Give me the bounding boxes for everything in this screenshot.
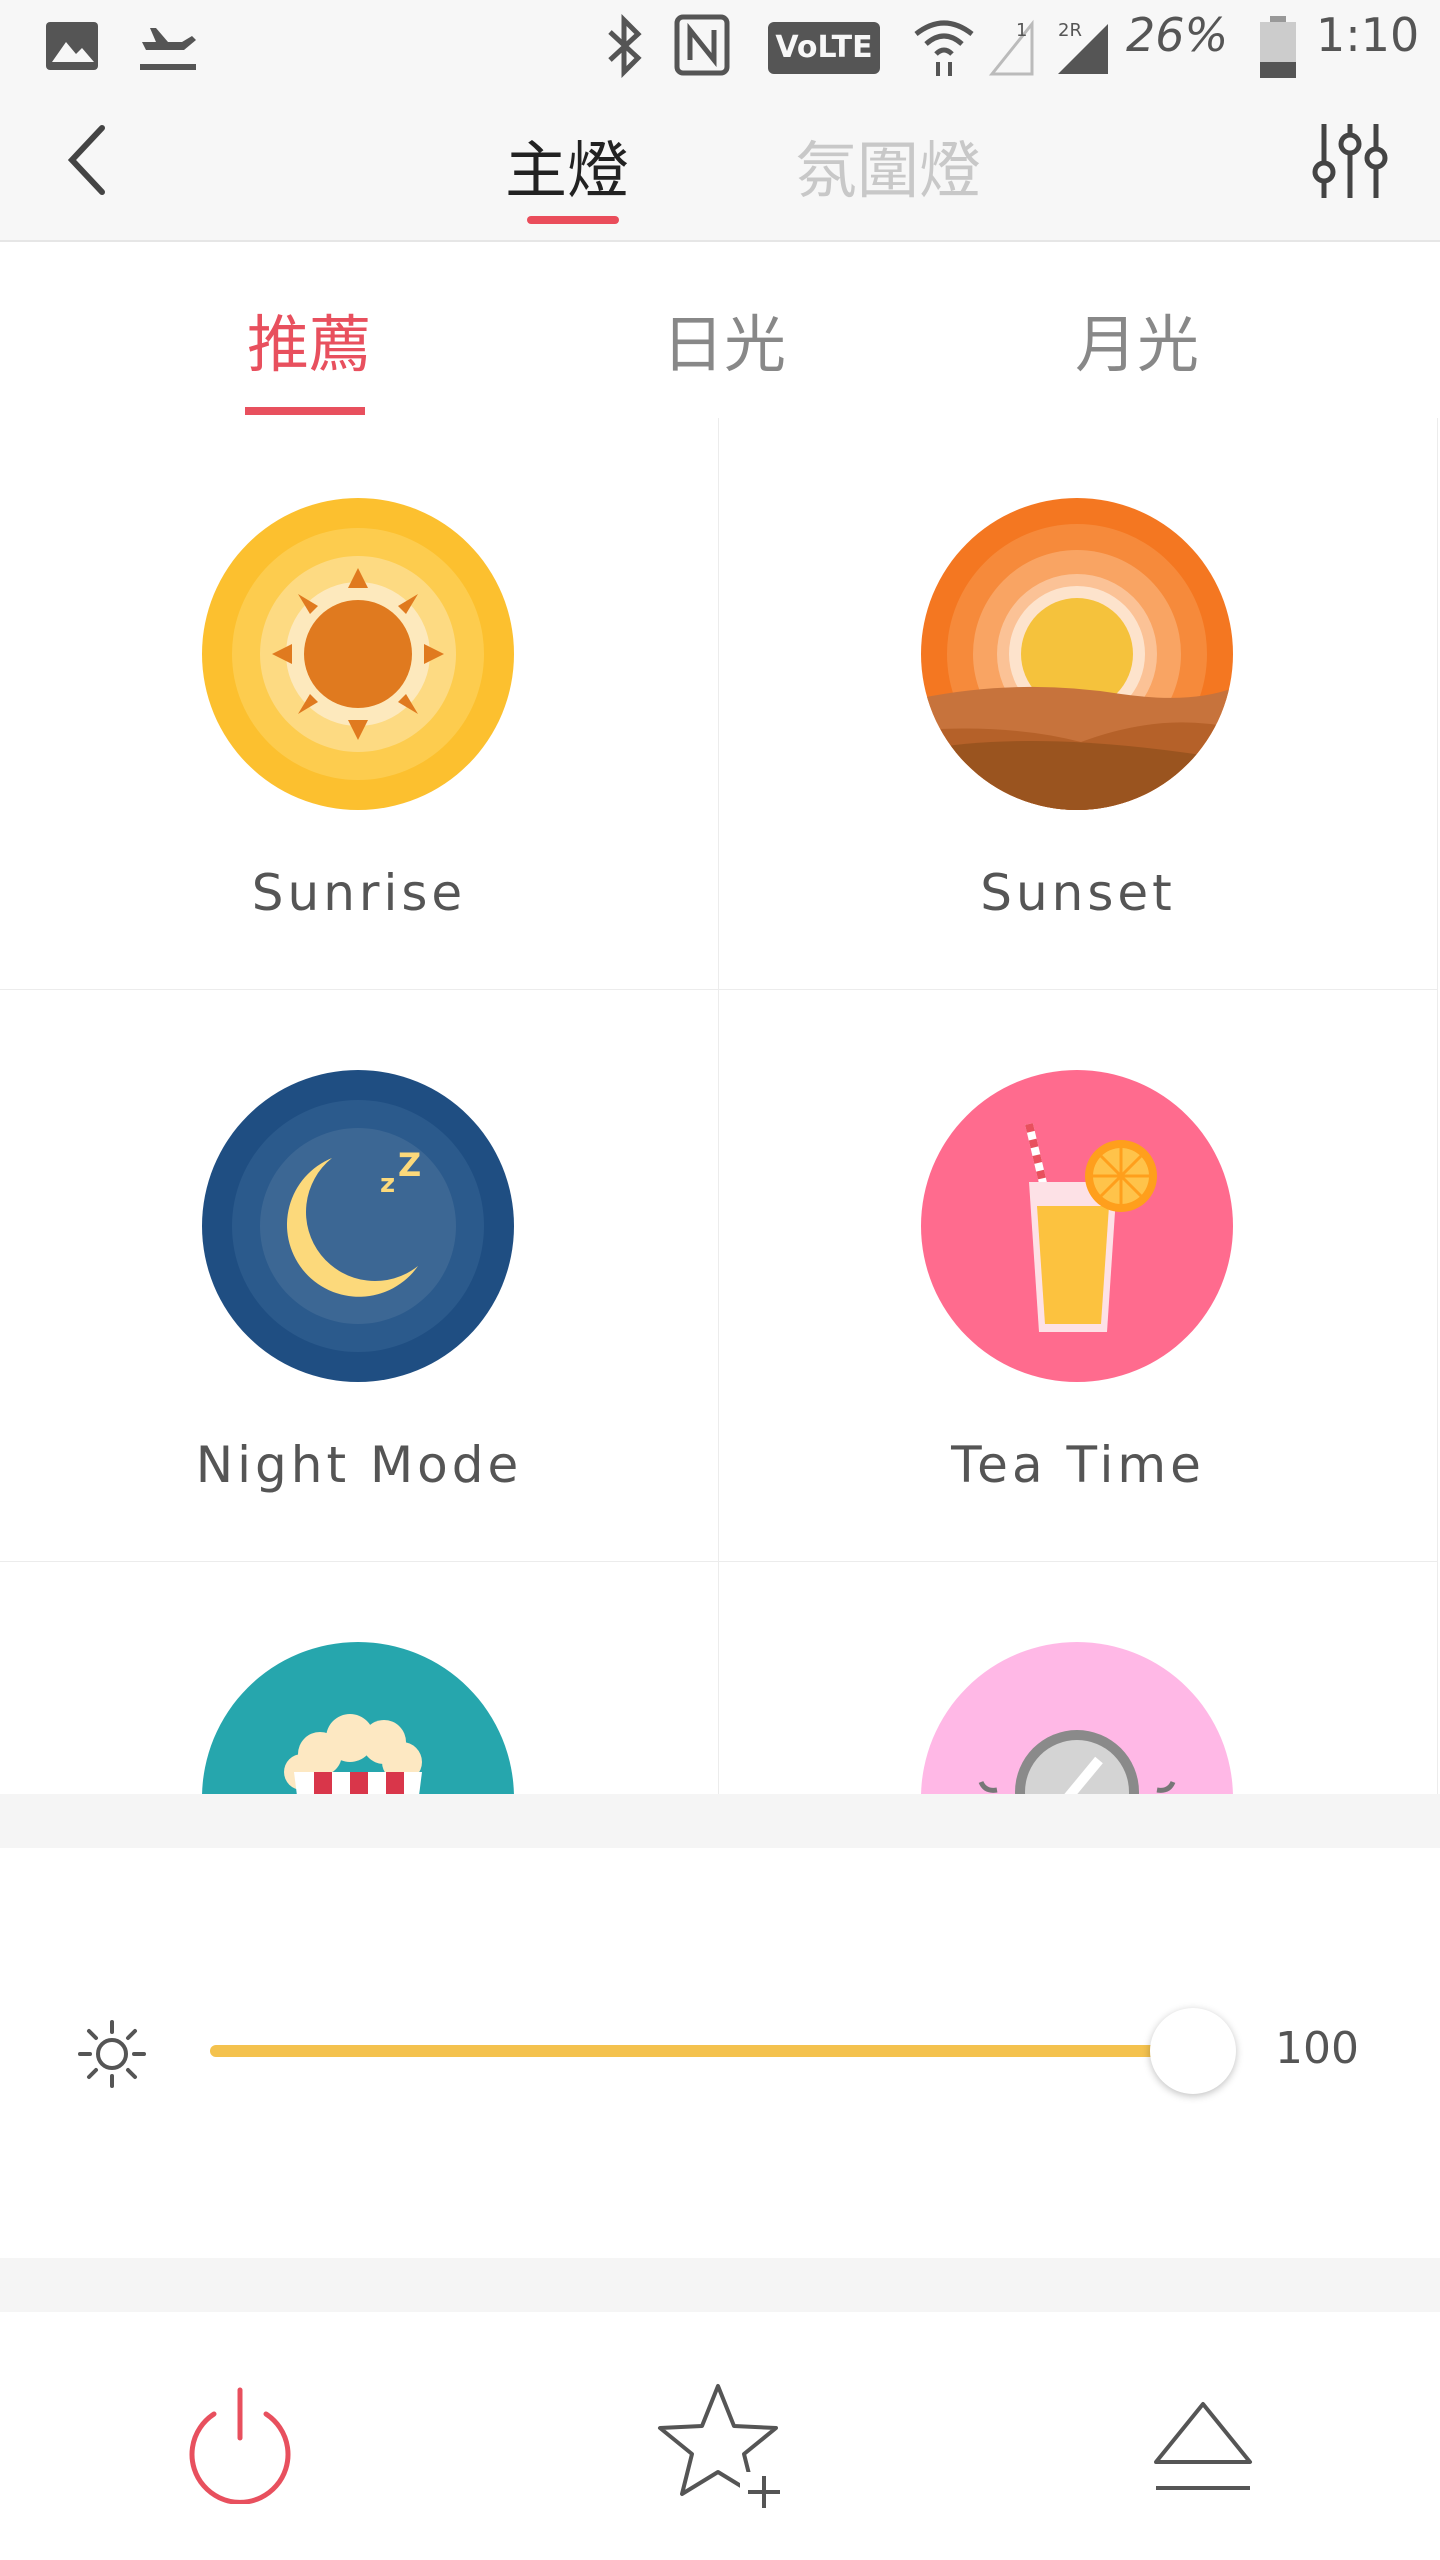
brightness-sun-icon [78,2020,146,2088]
scene-label: Night Mode [195,1436,523,1494]
signal-sim1-icon: 1 [988,19,1034,76]
signal-sim2-icon: 2R [1058,20,1108,74]
scene-card-tea-time[interactable]: Tea Time [719,990,1438,1562]
tea-time-icon [921,1070,1233,1382]
svg-text:Z: Z [398,1146,421,1184]
gallery-icon [46,22,98,70]
add-favorite-star-icon[interactable] [656,2380,786,2510]
night-mode-icon: z Z [202,1070,514,1382]
clock: 1:10 [1316,8,1420,62]
scene-card-sunrise[interactable]: Sunrise [0,418,719,990]
bluetooth-icon [608,14,642,78]
airplane-mode-icon [140,28,196,70]
tab-moonlight[interactable]: 月光 [1075,294,1199,384]
mirror-icon [921,1642,1233,1794]
section-divider [0,2258,1440,2312]
bottom-toolbar [0,2312,1440,2560]
active-tab-indicator [527,216,619,224]
brightness-slider-track[interactable] [210,2045,1195,2057]
app-header: 主燈 氛圍燈 [0,90,1440,242]
scene-card-movie[interactable] [0,1562,719,1794]
svg-text:z: z [380,1169,395,1199]
tab-daylight[interactable]: 日光 [662,294,786,384]
scene-label: Tea Time [951,1436,1205,1494]
volte-badge: VoLTE [768,22,880,74]
sunrise-icon [202,498,514,810]
back-arrow-icon[interactable] [62,120,112,200]
sim2-label: 2R [1058,20,1082,41]
scene-grid: Sunrise Sunset z Z Night Mode Tea Time [0,418,1440,1794]
status-bar: VoLTE 1 2R 26% 1:10 [0,0,1440,90]
brightness-panel: 100 [0,1848,1440,2258]
scene-card-night-mode[interactable]: z Z Night Mode [0,990,719,1562]
scene-label: Sunrise [251,864,467,922]
tab-main-light[interactable]: 主燈 [505,120,629,210]
battery-percent: 26% [1126,8,1229,62]
sliders-settings-icon[interactable] [1310,120,1390,202]
section-divider [0,1794,1440,1848]
scene-category-tabs: 推薦 日光 月光 [0,242,1440,420]
power-icon[interactable] [180,2384,300,2504]
active-subtab-indicator [245,407,365,415]
battery-icon [1260,16,1296,78]
scene-card-makeup[interactable] [719,1562,1438,1794]
tab-ambient-light[interactable]: 氛圍燈 [795,120,981,210]
tab-recommended[interactable]: 推薦 [247,294,371,384]
volte-label: VoLTE [775,30,873,65]
sunset-icon [921,498,1233,810]
wifi-icon [914,20,974,76]
eject-icon[interactable] [1148,2398,1258,2498]
nfc-icon [674,14,730,76]
scene-label: Sunset [980,864,1176,922]
scene-card-sunset[interactable]: Sunset [719,418,1438,990]
brightness-slider-handle[interactable] [1150,2008,1236,2094]
popcorn-icon [202,1642,514,1794]
brightness-value: 100 [1275,2023,1359,2074]
svg-text:1: 1 [1016,20,1027,41]
